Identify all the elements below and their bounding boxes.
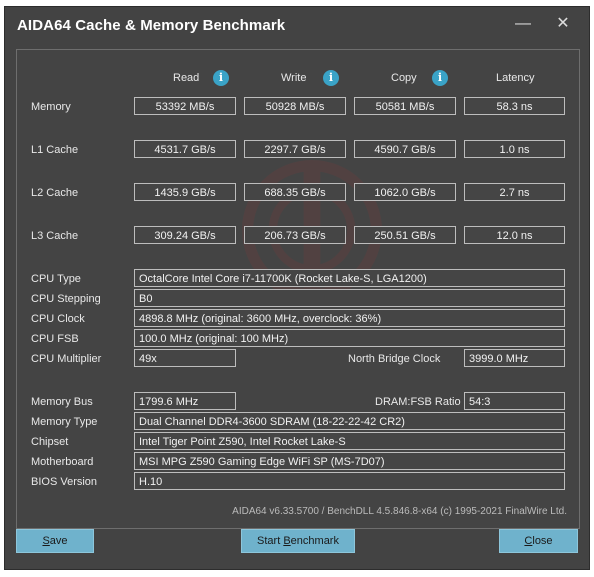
cpu-multiplier-label: CPU Multiplier	[31, 353, 102, 365]
memory-type-label: Memory Type	[31, 416, 98, 428]
start-button-mnemonic: B	[283, 535, 291, 547]
bios-version-label: BIOS Version	[31, 476, 98, 488]
l1-write-value: 2297.7 GB/s	[244, 140, 346, 158]
title-bar: AIDA64 Cache & Memory Benchmark — ✕	[5, 7, 589, 41]
row-label-l3-cache: L3 Cache	[31, 230, 79, 242]
close-icon[interactable]: ✕	[551, 13, 575, 35]
chipset-value: Intel Tiger Point Z590, Intel Rocket Lak…	[134, 432, 565, 450]
info-icon[interactable]: i	[323, 70, 339, 86]
cpu-stepping-value: B0	[134, 289, 565, 307]
l2-read-value: 1435.9 GB/s	[134, 183, 236, 201]
memory-bus-label: Memory Bus	[31, 396, 93, 408]
l3-copy-value: 250.51 GB/s	[354, 226, 456, 244]
row-label-memory: Memory	[31, 101, 71, 113]
benchmark-window: AIDA64 Cache & Memory Benchmark — ✕ Read…	[4, 6, 590, 570]
north-bridge-clock-value: 3999.0 MHz	[464, 349, 565, 367]
save-button[interactable]: Save	[16, 529, 94, 553]
memory-type-value: Dual Channel DDR4-3600 SDRAM (18-22-22-4…	[134, 412, 565, 430]
north-bridge-clock-label: North Bridge Clock	[348, 353, 441, 365]
dram-fsb-ratio-value: 54:3	[464, 392, 565, 410]
col-latency-header: Latency	[496, 72, 535, 84]
info-icon[interactable]: i	[213, 70, 229, 86]
cpu-type-label: CPU Type	[31, 273, 81, 285]
row-label-l2-cache: L2 Cache	[31, 187, 79, 199]
memory-copy-value: 50581 MB/s	[354, 97, 456, 115]
cpu-stepping-label: CPU Stepping	[31, 293, 101, 305]
close-button[interactable]: Close	[499, 529, 578, 553]
l1-read-value: 4531.7 GB/s	[134, 140, 236, 158]
l3-write-value: 206.73 GB/s	[244, 226, 346, 244]
col-read-header: Read	[173, 72, 200, 84]
cpu-fsb-label: CPU FSB	[31, 333, 79, 345]
save-button-mnemonic: S	[42, 535, 50, 547]
cpu-fsb-value: 100.0 MHz (original: 100 MHz)	[134, 329, 565, 347]
motherboard-value: MSI MPG Z590 Gaming Edge WiFi SP (MS-7D0…	[134, 452, 565, 470]
dram-fsb-ratio-label: DRAM:FSB Ratio	[375, 396, 461, 408]
info-icon[interactable]: i	[432, 70, 448, 86]
start-button-label-pre: Start	[257, 535, 284, 547]
l2-write-value: 688.35 GB/s	[244, 183, 346, 201]
cpu-clock-label: CPU Clock	[31, 313, 85, 325]
memory-read-value: 53392 MB/s	[134, 97, 236, 115]
minimize-icon[interactable]: —	[511, 13, 535, 35]
cpu-type-value: OctalCore Intel Core i7-11700K (Rocket L…	[134, 269, 565, 287]
window-title: AIDA64 Cache & Memory Benchmark	[17, 17, 286, 34]
chipset-label: Chipset	[31, 436, 69, 448]
memory-bus-value: 1799.6 MHz	[134, 392, 236, 410]
start-benchmark-button[interactable]: Start Benchmark	[241, 529, 355, 553]
l1-latency-value: 1.0 ns	[464, 140, 565, 158]
start-button-label: enchmark	[290, 535, 339, 547]
cpu-clock-value: 4898.8 MHz (original: 3600 MHz, overcloc…	[134, 309, 565, 327]
results-panel: Read i Write i Copy i Latency Memory 533…	[16, 49, 580, 529]
footer-copyright: AIDA64 v6.33.5700 / BenchDLL 4.5.846.8-x…	[232, 506, 567, 517]
save-button-label: ave	[49, 535, 68, 547]
memory-latency-value: 58.3 ns	[464, 97, 565, 115]
l1-copy-value: 4590.7 GB/s	[354, 140, 456, 158]
cpu-multiplier-value: 49x	[134, 349, 236, 367]
motherboard-label: Motherboard	[31, 456, 94, 468]
l2-copy-value: 1062.0 GB/s	[354, 183, 456, 201]
l3-latency-value: 12.0 ns	[464, 226, 565, 244]
l2-latency-value: 2.7 ns	[464, 183, 565, 201]
col-copy-header: Copy	[391, 72, 417, 84]
memory-write-value: 50928 MB/s	[244, 97, 346, 115]
close-button-label: lose	[532, 535, 553, 547]
l3-read-value: 309.24 GB/s	[134, 226, 236, 244]
row-label-l1-cache: L1 Cache	[31, 144, 79, 156]
bios-version-value: H.10	[134, 472, 565, 490]
col-write-header: Write	[281, 72, 307, 84]
